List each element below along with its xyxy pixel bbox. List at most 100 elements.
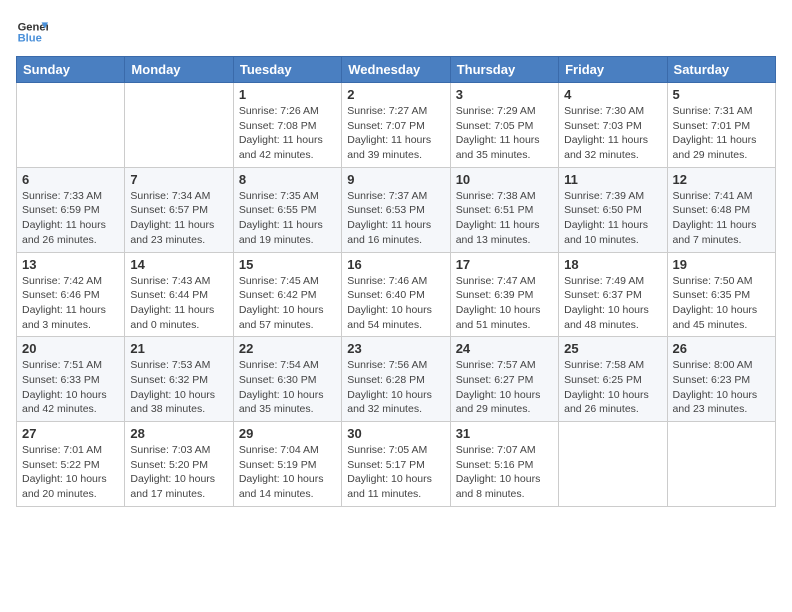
- day-info: Sunrise: 7:41 AM Sunset: 6:48 PM Dayligh…: [673, 189, 770, 248]
- week-row-5: 27 Sunrise: 7:01 AM Sunset: 5:22 PM Dayli…: [17, 422, 776, 507]
- calendar-cell: 19 Sunrise: 7:50 AM Sunset: 6:35 PM Dayli…: [667, 252, 775, 337]
- day-info: Sunrise: 7:01 AM Sunset: 5:22 PM Dayligh…: [22, 443, 119, 502]
- day-number: 9: [347, 172, 444, 187]
- day-info: Sunrise: 7:51 AM Sunset: 6:33 PM Dayligh…: [22, 358, 119, 417]
- calendar-cell: 4 Sunrise: 7:30 AM Sunset: 7:03 PM Daylig…: [559, 83, 667, 168]
- calendar-cell: 17 Sunrise: 7:47 AM Sunset: 6:39 PM Dayli…: [450, 252, 558, 337]
- day-info: Sunrise: 7:47 AM Sunset: 6:39 PM Dayligh…: [456, 274, 553, 333]
- day-number: 11: [564, 172, 661, 187]
- calendar-cell: 28Sunrise: 7:03 AM Sunset: 5:20 PM Dayli…: [125, 422, 233, 507]
- day-number: 21: [130, 341, 227, 356]
- day-number: 1: [239, 87, 336, 102]
- day-info: Sunrise: 7:04 AM Sunset: 5:19 PM Dayligh…: [239, 443, 336, 502]
- day-info: Sunrise: 7:27 AM Sunset: 7:07 PM Dayligh…: [347, 104, 444, 163]
- calendar-cell: 21 Sunrise: 7:53 AM Sunset: 6:32 PM Dayli…: [125, 337, 233, 422]
- calendar-cell: 9 Sunrise: 7:37 AM Sunset: 6:53 PM Daylig…: [342, 167, 450, 252]
- week-row-2: 6Sunrise: 7:33 AM Sunset: 6:59 PM Daylig…: [17, 167, 776, 252]
- calendar-cell: 1 Sunrise: 7:26 AM Sunset: 7:08 PM Daylig…: [233, 83, 341, 168]
- svg-text:Blue: Blue: [18, 33, 42, 45]
- day-info: Sunrise: 7:50 AM Sunset: 6:35 PM Dayligh…: [673, 274, 770, 333]
- day-info: Sunrise: 7:39 AM Sunset: 6:50 PM Dayligh…: [564, 189, 661, 248]
- calendar-cell: 27 Sunrise: 7:01 AM Sunset: 5:22 PM Dayli…: [17, 422, 125, 507]
- day-number: 31: [456, 426, 553, 441]
- logo-icon: General Blue: [16, 16, 48, 48]
- day-info: Sunrise: 7:46 AM Sunset: 6:40 PM Dayligh…: [347, 274, 444, 333]
- weekday-header-friday: Friday: [559, 57, 667, 83]
- day-number: 22: [239, 341, 336, 356]
- calendar-cell: 7 Sunrise: 7:34 AM Sunset: 6:57 PM Daylig…: [125, 167, 233, 252]
- calendar-cell: 6Sunrise: 7:33 AM Sunset: 6:59 PM Daylig…: [17, 167, 125, 252]
- day-number: 3: [456, 87, 553, 102]
- calendar-cell: 20 Sunrise: 7:51 AM Sunset: 6:33 PM Dayli…: [17, 337, 125, 422]
- day-number: 23: [347, 341, 444, 356]
- calendar-cell: 18 Sunrise: 7:49 AM Sunset: 6:37 PM Dayli…: [559, 252, 667, 337]
- day-number: 4: [564, 87, 661, 102]
- calendar-cell: 3 Sunrise: 7:29 AM Sunset: 7:05 PM Daylig…: [450, 83, 558, 168]
- day-number: 25: [564, 341, 661, 356]
- day-info: Sunrise: 7:43 AM Sunset: 6:44 PM Dayligh…: [130, 274, 227, 333]
- calendar-cell: 24 Sunrise: 7:57 AM Sunset: 6:27 PM Dayli…: [450, 337, 558, 422]
- day-info: Sunrise: 7:26 AM Sunset: 7:08 PM Dayligh…: [239, 104, 336, 163]
- calendar-cell: 23 Sunrise: 7:56 AM Sunset: 6:28 PM Dayli…: [342, 337, 450, 422]
- weekday-header-saturday: Saturday: [667, 57, 775, 83]
- day-info: Sunrise: 7:07 AM Sunset: 5:16 PM Dayligh…: [456, 443, 553, 502]
- calendar-cell: 26 Sunrise: 8:00 AM Sunset: 6:23 PM Dayli…: [667, 337, 775, 422]
- day-number: 5: [673, 87, 770, 102]
- day-info: Sunrise: 7:29 AM Sunset: 7:05 PM Dayligh…: [456, 104, 553, 163]
- day-info: Sunrise: 7:31 AM Sunset: 7:01 PM Dayligh…: [673, 104, 770, 163]
- calendar-cell: 8Sunrise: 7:35 AM Sunset: 6:55 PM Daylig…: [233, 167, 341, 252]
- calendar-cell: 2 Sunrise: 7:27 AM Sunset: 7:07 PM Daylig…: [342, 83, 450, 168]
- day-info: Sunrise: 7:38 AM Sunset: 6:51 PM Dayligh…: [456, 189, 553, 248]
- week-row-4: 20 Sunrise: 7:51 AM Sunset: 6:33 PM Dayli…: [17, 337, 776, 422]
- day-number: 17: [456, 257, 553, 272]
- page-header: General Blue: [16, 16, 776, 48]
- day-number: 26: [673, 341, 770, 356]
- day-number: 27: [22, 426, 119, 441]
- day-info: Sunrise: 7:33 AM Sunset: 6:59 PM Dayligh…: [22, 189, 119, 248]
- calendar-cell: [17, 83, 125, 168]
- calendar-cell: 5 Sunrise: 7:31 AM Sunset: 7:01 PM Daylig…: [667, 83, 775, 168]
- day-number: 12: [673, 172, 770, 187]
- day-number: 10: [456, 172, 553, 187]
- calendar-cell: 14Sunrise: 7:43 AM Sunset: 6:44 PM Dayli…: [125, 252, 233, 337]
- day-info: Sunrise: 7:37 AM Sunset: 6:53 PM Dayligh…: [347, 189, 444, 248]
- calendar-cell: [667, 422, 775, 507]
- day-number: 24: [456, 341, 553, 356]
- weekday-header-wednesday: Wednesday: [342, 57, 450, 83]
- day-info: Sunrise: 8:00 AM Sunset: 6:23 PM Dayligh…: [673, 358, 770, 417]
- day-info: Sunrise: 7:35 AM Sunset: 6:55 PM Dayligh…: [239, 189, 336, 248]
- day-info: Sunrise: 7:45 AM Sunset: 6:42 PM Dayligh…: [239, 274, 336, 333]
- calendar-cell: 30Sunrise: 7:05 AM Sunset: 5:17 PM Dayli…: [342, 422, 450, 507]
- day-info: Sunrise: 7:53 AM Sunset: 6:32 PM Dayligh…: [130, 358, 227, 417]
- calendar-cell: 29 Sunrise: 7:04 AM Sunset: 5:19 PM Dayli…: [233, 422, 341, 507]
- week-row-3: 13 Sunrise: 7:42 AM Sunset: 6:46 PM Dayli…: [17, 252, 776, 337]
- logo: General Blue: [16, 16, 48, 48]
- day-number: 7: [130, 172, 227, 187]
- day-number: 13: [22, 257, 119, 272]
- week-row-1: 1 Sunrise: 7:26 AM Sunset: 7:08 PM Daylig…: [17, 83, 776, 168]
- calendar-cell: [559, 422, 667, 507]
- day-number: 20: [22, 341, 119, 356]
- weekday-header-monday: Monday: [125, 57, 233, 83]
- day-info: Sunrise: 7:34 AM Sunset: 6:57 PM Dayligh…: [130, 189, 227, 248]
- day-info: Sunrise: 7:05 AM Sunset: 5:17 PM Dayligh…: [347, 443, 444, 502]
- day-info: Sunrise: 7:58 AM Sunset: 6:25 PM Dayligh…: [564, 358, 661, 417]
- calendar-cell: 16Sunrise: 7:46 AM Sunset: 6:40 PM Dayli…: [342, 252, 450, 337]
- day-info: Sunrise: 7:57 AM Sunset: 6:27 PM Dayligh…: [456, 358, 553, 417]
- day-info: Sunrise: 7:30 AM Sunset: 7:03 PM Dayligh…: [564, 104, 661, 163]
- calendar-cell: 25 Sunrise: 7:58 AM Sunset: 6:25 PM Dayli…: [559, 337, 667, 422]
- calendar-cell: 13 Sunrise: 7:42 AM Sunset: 6:46 PM Dayli…: [17, 252, 125, 337]
- calendar-cell: 11 Sunrise: 7:39 AM Sunset: 6:50 PM Dayli…: [559, 167, 667, 252]
- day-info: Sunrise: 7:49 AM Sunset: 6:37 PM Dayligh…: [564, 274, 661, 333]
- calendar-cell: 12 Sunrise: 7:41 AM Sunset: 6:48 PM Dayli…: [667, 167, 775, 252]
- day-number: 18: [564, 257, 661, 272]
- calendar-cell: [125, 83, 233, 168]
- day-info: Sunrise: 7:56 AM Sunset: 6:28 PM Dayligh…: [347, 358, 444, 417]
- day-number: 19: [673, 257, 770, 272]
- weekday-header-row: SundayMondayTuesdayWednesdayThursdayFrid…: [17, 57, 776, 83]
- day-number: 2: [347, 87, 444, 102]
- day-info: Sunrise: 7:54 AM Sunset: 6:30 PM Dayligh…: [239, 358, 336, 417]
- weekday-header-thursday: Thursday: [450, 57, 558, 83]
- day-number: 29: [239, 426, 336, 441]
- day-info: Sunrise: 7:42 AM Sunset: 6:46 PM Dayligh…: [22, 274, 119, 333]
